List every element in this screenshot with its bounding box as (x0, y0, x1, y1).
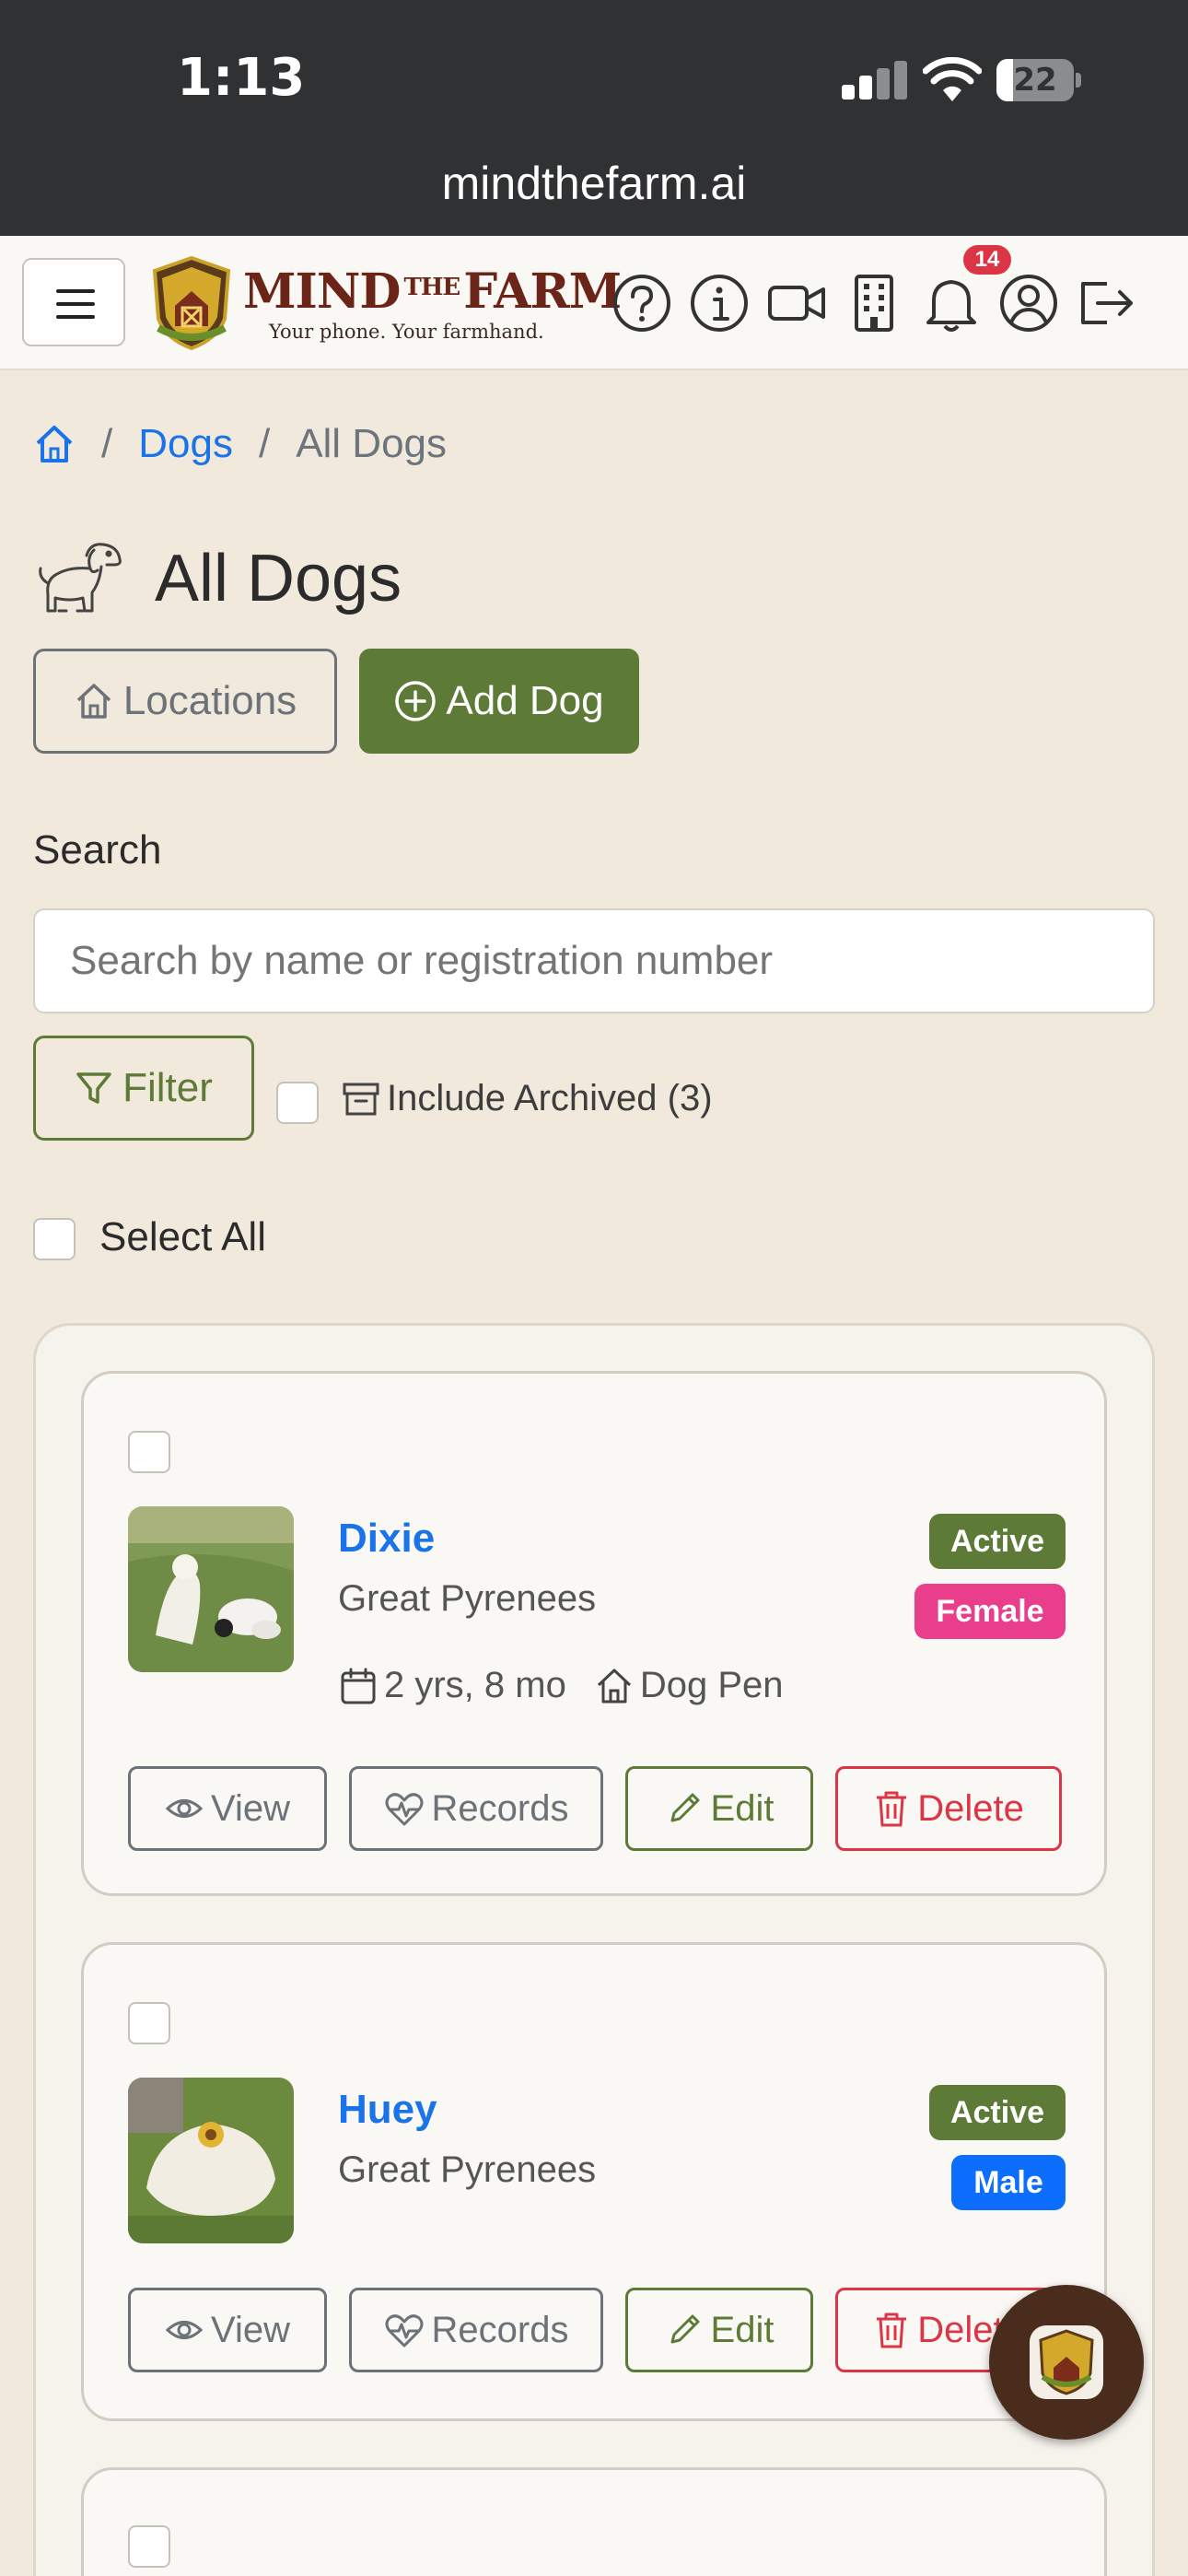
dog-breed: Great Pyrenees (338, 1578, 597, 1619)
include-archived-checkbox[interactable] (276, 1082, 319, 1124)
status-badge: Active (929, 2085, 1066, 2140)
building-icon[interactable] (842, 271, 906, 335)
edit-label: Edit (710, 2309, 775, 2350)
logo-wordmark: MIND THEFARM (243, 263, 622, 320)
dog-icon (39, 543, 122, 613)
add-dog-label: Add Dog (446, 678, 604, 723)
select-all-label[interactable]: Select All (99, 1214, 266, 1260)
eye-icon (165, 2321, 204, 2339)
status-time: 1:13 (177, 48, 306, 108)
home-icon[interactable] (33, 423, 76, 465)
delete-label: Delete (917, 1787, 1024, 1829)
dog-select-checkbox[interactable] (128, 1431, 170, 1473)
bell-icon[interactable] (919, 271, 984, 335)
breadcrumb-current: All Dogs (296, 421, 448, 466)
dog-select-checkbox[interactable] (128, 2002, 170, 2044)
wifi-icon (923, 57, 982, 101)
home-icon (597, 1669, 631, 1703)
edit-label: Edit (710, 1787, 775, 1829)
battery-level: 22 (1013, 62, 1057, 99)
breadcrumb-separator: / (101, 421, 113, 466)
dog-meta: 2 yrs, 8 mo Dog Pen (338, 1665, 784, 1706)
records-label: Records (431, 1787, 569, 1829)
sex-badge: Female (914, 1584, 1066, 1639)
heart-pulse-icon (385, 1793, 424, 1826)
page-title: All Dogs (155, 542, 402, 615)
locations-label: Locations (122, 678, 297, 723)
archive-box-icon (343, 1083, 379, 1115)
include-archived-label: Include Archived (3) (387, 1078, 713, 1118)
browser-url[interactable]: mindthefarm.ai (0, 157, 1188, 210)
view-label: View (211, 1787, 290, 1829)
dog-age: 2 yrs, 8 mo (384, 1665, 566, 1705)
eye-icon (165, 1799, 204, 1818)
records-label: Records (431, 2309, 569, 2350)
include-archived-option[interactable]: Include Archived (3) (341, 1078, 713, 1119)
view-button[interactable]: View (128, 1766, 327, 1851)
select-all-checkbox[interactable] (33, 1218, 76, 1260)
funnel-icon (76, 1072, 111, 1104)
trash-icon (877, 1791, 907, 1827)
dog-select-checkbox[interactable] (128, 2525, 170, 2568)
status-badge: Active (929, 1514, 1066, 1569)
delete-button[interactable]: Delete (835, 1766, 1062, 1851)
dog-photo[interactable] (128, 1506, 294, 1672)
search-label: Search (33, 827, 162, 872)
dog-card: Huey Great Pyrenees Active Male View Rec… (81, 1942, 1107, 2421)
page-header: All Dogs (33, 533, 402, 625)
logout-icon[interactable] (1074, 271, 1138, 335)
dog-photo[interactable] (128, 2078, 294, 2243)
battery-icon: 22 (996, 59, 1081, 101)
status-bar: 1:13 22 mindthefarm.ai (0, 0, 1188, 236)
add-dog-button[interactable]: Add Dog (359, 649, 639, 754)
locations-button[interactable]: Locations (33, 649, 337, 754)
calendar-icon (341, 1668, 376, 1704)
dog-card (81, 2467, 1107, 2576)
records-button[interactable]: Records (349, 2288, 603, 2372)
breadcrumb-dogs-link[interactable]: Dogs (138, 421, 233, 467)
farm-shield-icon (1030, 2325, 1103, 2399)
records-button[interactable]: Records (349, 1766, 603, 1851)
farmhand-assistant-button[interactable] (989, 2285, 1144, 2440)
trash-icon (877, 2313, 907, 2348)
menu-button[interactable] (22, 258, 125, 346)
farm-shield-icon (152, 255, 231, 350)
dog-name-link[interactable]: Dixie (338, 1516, 435, 1562)
heart-pulse-icon (385, 2314, 424, 2348)
view-label: View (211, 2309, 290, 2350)
user-account-icon[interactable] (996, 271, 1061, 335)
logo-tagline: Your phone. Your farmhand. (269, 321, 544, 343)
search-input[interactable] (33, 908, 1155, 1013)
dog-location: Dog Pen (639, 1665, 784, 1705)
mind-the-farm-logo[interactable]: MIND THEFARM Your phone. Your farmhand. (144, 254, 622, 354)
info-icon[interactable] (687, 271, 751, 335)
pencil-icon (670, 2314, 700, 2344)
video-camera-icon[interactable] (764, 271, 829, 335)
dog-name-link[interactable]: Huey (338, 2087, 437, 2133)
edit-button[interactable]: Edit (625, 2288, 813, 2372)
edit-button[interactable]: Edit (625, 1766, 813, 1851)
dog-breed: Great Pyrenees (338, 2149, 597, 2190)
filter-button[interactable]: Filter (33, 1036, 254, 1141)
plus-circle-icon (395, 681, 437, 721)
pencil-icon (670, 1793, 700, 1822)
sex-badge: Male (951, 2155, 1066, 2210)
notification-count-badge: 14 (963, 245, 1011, 275)
cellular-signal-icon (842, 61, 907, 100)
breadcrumb: / Dogs / All Dogs (33, 416, 447, 472)
view-button[interactable]: View (128, 2288, 327, 2372)
dog-card: Dixie Great Pyrenees Active Female 2 yrs… (81, 1371, 1107, 1896)
filter-label: Filter (122, 1065, 213, 1110)
home-icon (76, 684, 111, 719)
breadcrumb-separator: / (258, 421, 271, 466)
help-icon[interactable] (610, 271, 674, 335)
